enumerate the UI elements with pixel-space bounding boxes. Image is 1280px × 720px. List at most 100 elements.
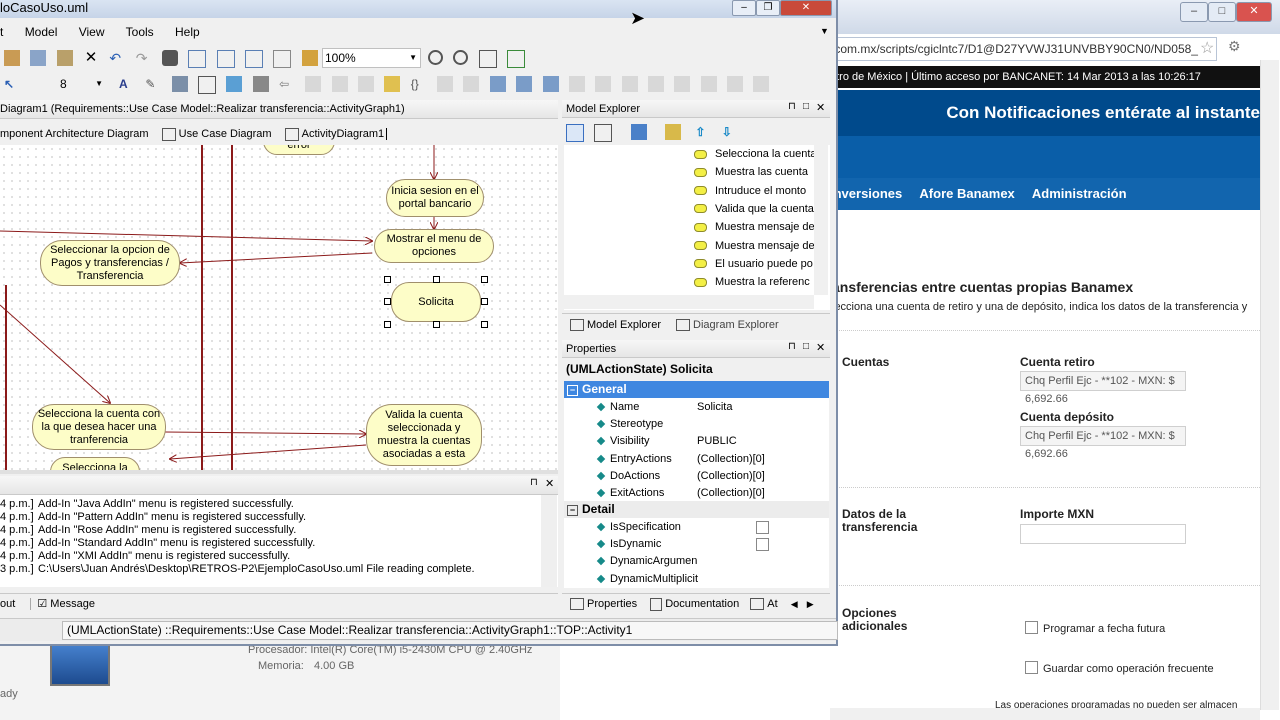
model-tree-hscroll[interactable]: [564, 295, 814, 309]
tab-scroll-right-icon[interactable]: ▶: [807, 599, 814, 609]
sort-descending-icon[interactable]: [594, 124, 613, 142]
guardar-checkbox[interactable]: [1025, 661, 1038, 674]
property-row[interactable]: IsDynamic: [564, 536, 829, 553]
browser-minimize-button[interactable]: –: [1180, 2, 1208, 22]
tab-documentation[interactable]: Documentation: [665, 598, 739, 610]
align-middle-icon[interactable]: [674, 76, 691, 92]
delete-icon[interactable]: ✕: [83, 50, 99, 66]
property-row[interactable]: Stereotype: [564, 416, 829, 433]
collapse-icon[interactable]: −: [567, 385, 578, 396]
zoom-out-icon[interactable]: [453, 50, 469, 65]
zoom-fit-icon[interactable]: [478, 50, 497, 68]
menu-administracion[interactable]: Administración: [1032, 186, 1127, 201]
cuenta-deposito-select[interactable]: Chq Perfil Ejc - **102 - MXN: $ 6,692.66: [1020, 426, 1186, 460]
property-row[interactable]: EntryActions (Collection)[0]: [564, 451, 829, 468]
model-tree-item[interactable]: El usuario puede po: [694, 255, 824, 273]
selection-handle[interactable]: [481, 276, 488, 283]
output-scrollbar[interactable]: [541, 495, 557, 587]
model-tree-item[interactable]: Muestra mensaje de: [694, 218, 824, 236]
layout-icon[interactable]: [489, 76, 506, 92]
property-row[interactable]: ExitActions (Collection)[0]: [564, 485, 829, 502]
menu-help[interactable]: Help: [175, 25, 200, 39]
property-value[interactable]: (Collection)[0]: [697, 485, 765, 502]
activity-node-seleccionar-opcion[interactable]: Seleccionar la opcion de Pagos y transfe…: [40, 240, 180, 286]
programar-checkbox[interactable]: [1025, 621, 1038, 634]
paint-icon[interactable]: [301, 50, 318, 66]
diagram-scrollbar[interactable]: [0, 470, 558, 474]
zoom-in-icon[interactable]: [428, 50, 443, 65]
redo-icon[interactable]: ↷: [136, 50, 152, 66]
menu-tools[interactable]: Tools: [126, 25, 154, 39]
selection-handle[interactable]: [384, 321, 391, 328]
align-bottom-icon[interactable]: [700, 76, 717, 92]
align-top-icon[interactable]: [647, 76, 664, 92]
address-bar[interactable]: .com.mx/scripts/cgiclntc7/D1@D27YVWJ31UN…: [830, 37, 1217, 61]
close-icon[interactable]: ✕: [816, 101, 825, 114]
align-left-icon[interactable]: [568, 76, 585, 92]
collapse-icon[interactable]: −: [567, 505, 578, 516]
tab-component-architecture[interactable]: mponent Architecture Diagram: [0, 128, 149, 140]
diagram-canvas[interactable]: error Inicia sesion en el portal bancari…: [0, 145, 558, 470]
model-tree-item[interactable]: Muestra las cuenta: [694, 163, 824, 181]
font-size-select[interactable]: 8 ▼: [60, 75, 105, 93]
filter-icon[interactable]: [630, 124, 647, 140]
sort-ascending-icon[interactable]: [566, 124, 584, 142]
copy-icon[interactable]: [30, 50, 47, 66]
maximize-icon[interactable]: □: [803, 341, 809, 352]
braces-icon[interactable]: {}: [411, 76, 427, 92]
tab-scroll-left-icon[interactable]: ◀: [791, 599, 798, 609]
tab-output[interactable]: out: [0, 598, 15, 610]
maximize-icon[interactable]: □: [803, 101, 809, 112]
star-icon[interactable]: ☆: [1200, 38, 1214, 58]
selection-handle[interactable]: [384, 276, 391, 283]
tab-diagram-explorer[interactable]: Diagram Explorer: [693, 319, 779, 331]
property-value[interactable]: PUBLIC: [697, 433, 737, 450]
fill-color-icon[interactable]: [171, 76, 188, 92]
menu-inversiones[interactable]: Inversiones: [830, 186, 902, 201]
auto-resize-icon[interactable]: [198, 76, 217, 94]
pin-icon[interactable]: ⊓: [788, 341, 796, 352]
operation-icon[interactable]: [384, 76, 401, 92]
fit-icon[interactable]: [216, 50, 235, 68]
activity-node-solicita[interactable]: Solicita: [391, 282, 481, 322]
property-value[interactable]: (Collection)[0]: [697, 451, 765, 468]
minimize-button[interactable]: –: [732, 0, 756, 16]
property-row[interactable]: Visibility PUBLIC: [564, 433, 829, 450]
menubar-chevron-icon[interactable]: ▼: [820, 26, 829, 36]
activity-node-mostrar-menu[interactable]: Mostrar el menu de opciones: [374, 229, 494, 263]
model-explorer-tree[interactable]: Selecciona la cuenta Muestra las cuenta In…: [564, 145, 830, 310]
align-right-icon[interactable]: [621, 76, 638, 92]
cuenta-retiro-select[interactable]: Chq Perfil Ejc - **102 - MXN: $ 6,692.66: [1020, 371, 1186, 405]
property-value[interactable]: (Collection)[0]: [697, 468, 765, 485]
tab-properties[interactable]: Properties: [587, 598, 637, 610]
tab-model-explorer[interactable]: Model Explorer: [587, 319, 661, 331]
space-icon[interactable]: [726, 76, 743, 92]
selection-handle[interactable]: [481, 321, 488, 328]
browser-maximize-button[interactable]: □: [1208, 2, 1236, 22]
property-row[interactable]: IsSpecification: [564, 519, 829, 536]
property-checkbox[interactable]: [756, 538, 769, 552]
zoom-icon[interactable]: [273, 50, 292, 68]
selection-handle[interactable]: [433, 321, 440, 328]
front-icon[interactable]: [516, 76, 533, 92]
find-icon[interactable]: [162, 50, 179, 66]
property-row[interactable]: DynamicMultiplicit: [564, 571, 829, 588]
zoom-select[interactable]: 100% ▼: [322, 48, 421, 68]
attribute-icon[interactable]: [358, 76, 375, 92]
model-tree-item[interactable]: Muestra la referenc: [694, 273, 824, 291]
model-tree-vscroll[interactable]: [814, 145, 828, 295]
general-section[interactable]: − General: [564, 381, 829, 398]
suppress-icon[interactable]: [463, 76, 480, 92]
close-icon[interactable]: ✕: [545, 477, 554, 490]
pin-icon[interactable]: ⊓: [530, 477, 538, 488]
transition-line[interactable]: [0, 304, 110, 403]
note-icon[interactable]: [305, 76, 322, 92]
transition-line[interactable]: [180, 252, 373, 263]
tab-attachments[interactable]: At: [767, 598, 777, 610]
pointer-icon[interactable]: ↖: [4, 76, 20, 92]
cut-icon[interactable]: [4, 50, 20, 66]
property-row[interactable]: Name Solicita: [564, 399, 829, 416]
line-style-icon[interactable]: [226, 76, 243, 92]
model-tree-item[interactable]: Selecciona la cuenta: [694, 145, 824, 163]
browser-horizontal-scrollbar[interactable]: [830, 708, 1260, 720]
